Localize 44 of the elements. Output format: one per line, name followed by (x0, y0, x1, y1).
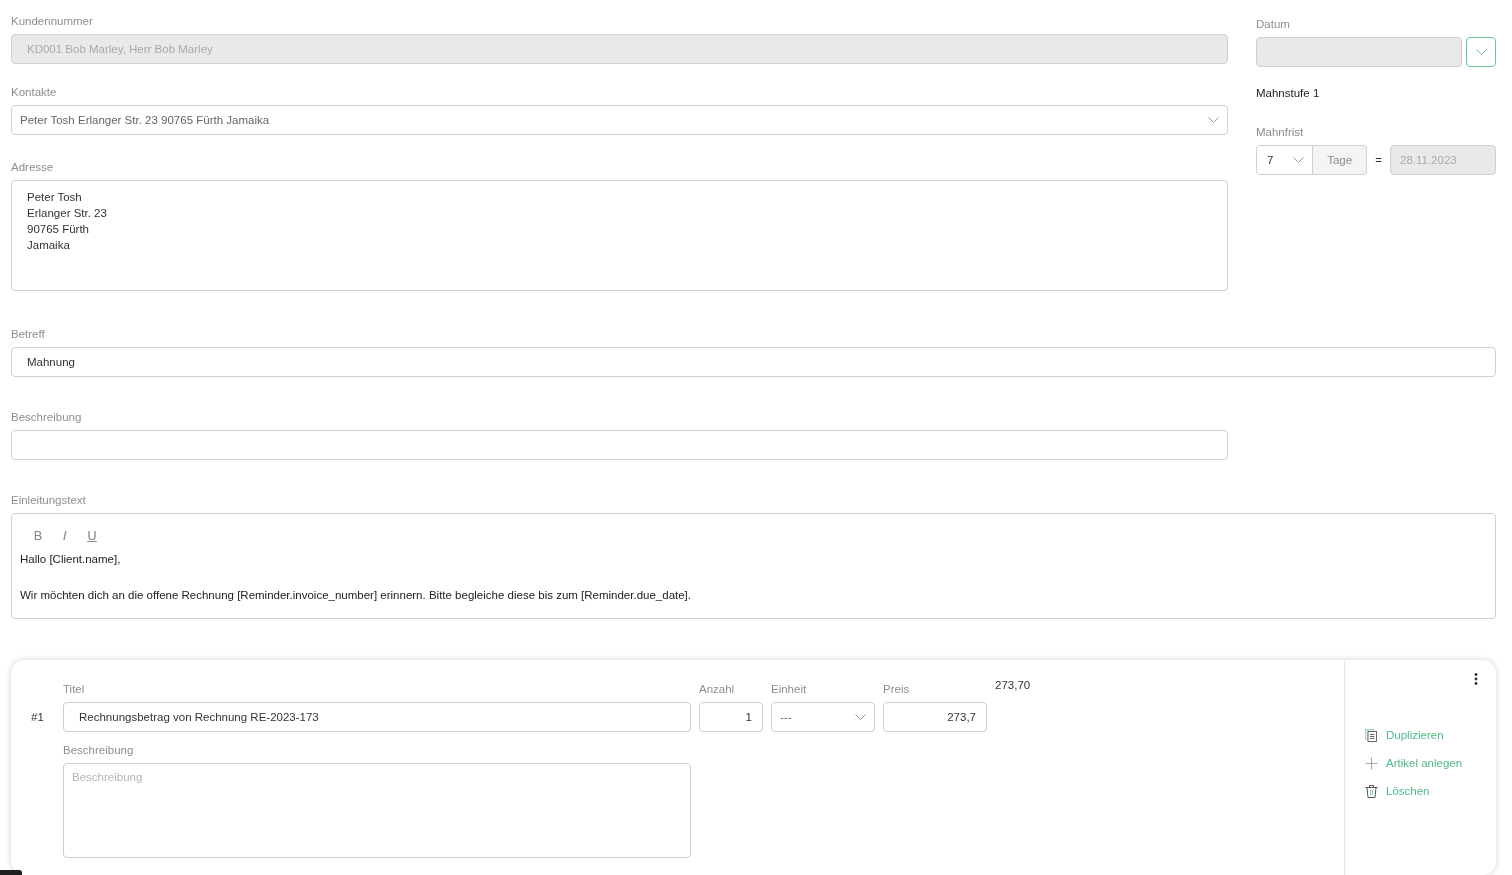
contact-select[interactable]: Peter Tosh Erlanger Str. 23 90765 Fürth Jamaika (11, 105, 1228, 135)
field-label: Adresse (11, 160, 54, 174)
field-label: Preis (883, 682, 911, 696)
chevron-down-icon (1208, 117, 1219, 123)
field-label: Kontakte (11, 85, 57, 99)
editor-paragraph: Hallo [Client.name], (20, 552, 122, 567)
corner-tab[interactable] (0, 870, 22, 875)
days-select[interactable]: 7 (1256, 145, 1313, 175)
field-label: Kundennummer (11, 14, 93, 28)
italic-button[interactable]: I (55, 527, 75, 545)
field-label: Beschreibung (63, 743, 135, 757)
field-label: Mahnfrist (1256, 125, 1304, 139)
field-label: Einheit (771, 682, 808, 696)
reminder-level: Mahnstufe 1 (1256, 86, 1321, 100)
field-label: Einleitungstext (11, 493, 86, 507)
quantity-field[interactable]: 1 (699, 702, 763, 732)
underline-button[interactable]: U (82, 527, 102, 545)
item-total: 273,70 (995, 678, 1032, 692)
more-options-icon[interactable] (1474, 673, 1478, 685)
address-field[interactable]: Peter Tosh Erlanger Str. 23 90765 Fürth Jamaika (11, 180, 1228, 291)
rich-text-editor[interactable]: B I U Hallo [Client.name], Wir möchten dich an die offene Rechnung [Reminder.invoice_number] erinnern. Bitte begleiche diese bis zum [Reminder.due_date]. (11, 513, 1496, 619)
description-field[interactable]: Beschreibung (63, 763, 691, 858)
chevron-down-icon (1475, 49, 1487, 55)
plus-icon (1365, 756, 1378, 770)
date-picker-button[interactable] (1466, 37, 1496, 67)
field-label: Titel (63, 682, 86, 696)
description-field[interactable] (11, 430, 1228, 460)
bold-button[interactable]: B (28, 527, 48, 545)
item-number: #1 (31, 711, 45, 723)
chevron-down-icon (1293, 157, 1304, 163)
copy-icon (1365, 728, 1378, 742)
unit-addon: Tage (1313, 145, 1368, 175)
field-label: Beschreibung (11, 410, 82, 424)
field-label: Betreff (11, 327, 45, 341)
price-field[interactable]: 273,7 (883, 702, 987, 732)
equals-sign: = (1374, 154, 1383, 166)
title-field[interactable]: Rechnungsbetrag von Rechnung RE-2023-173 (63, 702, 691, 732)
field-label: Anzahl (699, 682, 736, 696)
editor-paragraph: Wir möchten dich an die offene Rechnung [Reminder.invoice_number] erinnern. Bitte begleiche diese bis zum [Reminder.due_date]. (20, 588, 692, 603)
trash-icon (1365, 784, 1378, 798)
field-label: Datum (1256, 17, 1290, 31)
subject-field[interactable]: Mahnung (11, 347, 1496, 377)
chevron-down-icon (855, 714, 866, 720)
unit-select[interactable]: --- (771, 702, 875, 732)
